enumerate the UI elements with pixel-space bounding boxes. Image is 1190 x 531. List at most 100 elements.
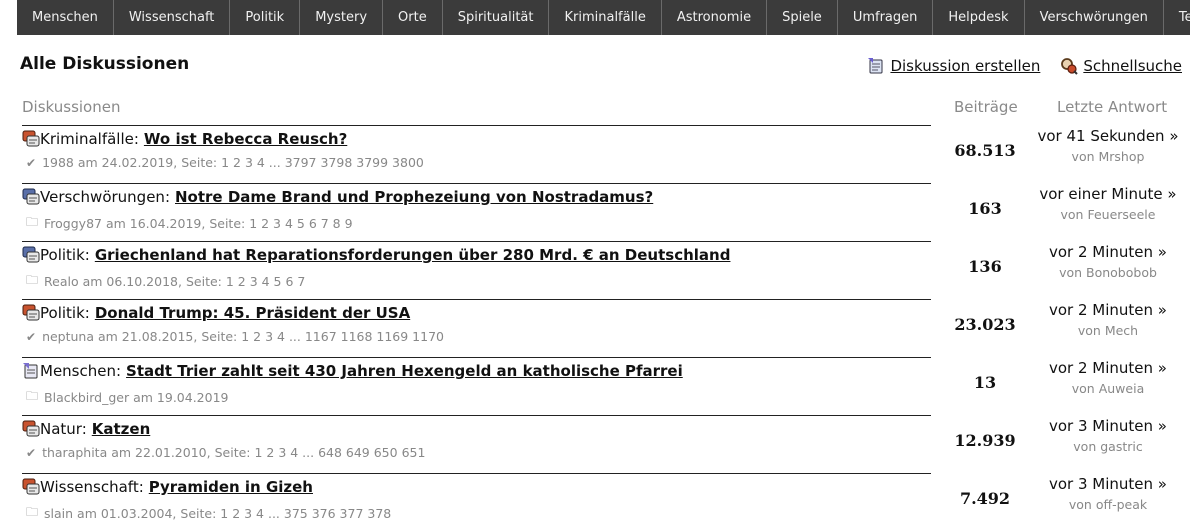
thread-date: am 21.08.2015,	[98, 329, 198, 344]
last-reply-link[interactable]: vor 3 Minuten »	[1032, 475, 1184, 493]
quick-search-link[interactable]: Schnellsuche	[1060, 57, 1182, 75]
thread-row: Menschen: Stadt Trier zahlt seit 430 Jah…	[22, 357, 1190, 415]
thread-category: Kriminalfälle:	[40, 130, 139, 148]
thread-title-link[interactable]: Donald Trump: 45. Präsident der USA	[95, 304, 410, 322]
thread-author[interactable]: Froggy87	[44, 216, 102, 231]
thread-author[interactable]: Blackbird_ger	[44, 390, 129, 405]
nav-item-spiritualitaet[interactable]: Spiritualität	[443, 0, 550, 35]
thread-title-link[interactable]: Stadt Trier zahlt seit 430 Jahren Hexeng…	[126, 362, 683, 380]
last-reply-author[interactable]: von Mrshop	[1032, 149, 1184, 164]
thread-row: Verschwörungen: Notre Dame Brand und Pro…	[22, 183, 1190, 241]
thread-row: Kriminalfälle: Wo ist Rebecca Reusch? ✔ …	[22, 125, 1190, 183]
folder-icon: 🗀	[26, 215, 39, 229]
last-reply-author[interactable]: von off-peak	[1032, 497, 1184, 512]
last-reply-link[interactable]: vor 41 Sekunden »	[1032, 127, 1184, 145]
thread-normal-icon	[22, 188, 40, 205]
new-discussion-icon	[868, 58, 883, 74]
quick-search-icon	[1061, 58, 1079, 75]
row-divider	[22, 473, 931, 474]
post-count: 23.023	[954, 315, 1016, 334]
thread-category: Wissenschaft:	[40, 478, 144, 496]
thread-author[interactable]: tharaphita	[42, 445, 107, 460]
thread-hot-icon	[22, 420, 40, 437]
thread-title-link[interactable]: Pyramiden in Gizeh	[149, 478, 313, 496]
create-discussion-label: Diskussion erstellen	[890, 57, 1041, 75]
nav-item-wissenschaft[interactable]: Wissenschaft	[114, 0, 231, 35]
last-reply-link[interactable]: vor 2 Minuten »	[1032, 301, 1184, 319]
create-discussion-link[interactable]: Diskussion erstellen	[867, 57, 1040, 75]
thread-category: Politik:	[40, 304, 90, 322]
post-count: 136	[968, 257, 1002, 276]
thread-date: am 22.01.2010,	[111, 445, 211, 460]
page-title: Alle Diskussionen	[20, 54, 190, 74]
row-divider	[22, 125, 931, 126]
post-count: 7.492	[959, 489, 1011, 508]
thread-pages[interactable]: Seite: 1 2 3 4 5 6 7	[186, 274, 305, 289]
check-icon: ✔	[26, 329, 37, 344]
thread-title-link[interactable]: Griechenland hat Reparationsforderungen …	[95, 246, 731, 264]
nav-item-politik[interactable]: Politik	[230, 0, 301, 35]
thread-hot-icon	[22, 304, 40, 321]
thread-title-link[interactable]: Wo ist Rebecca Reusch?	[144, 130, 347, 148]
thread-pages[interactable]: Seite: 1 2 3 4 5 6 7 8 9	[209, 216, 352, 231]
post-count: 163	[968, 199, 1002, 218]
nav-item-kriminalfaelle[interactable]: Kriminalfälle	[549, 0, 662, 35]
thread-author[interactable]: 1988	[42, 155, 74, 170]
nav-item-helpdesk[interactable]: Helpdesk	[933, 0, 1025, 35]
last-reply-author[interactable]: von Feuerseele	[1032, 207, 1184, 222]
thread-hot-icon	[22, 130, 40, 147]
check-icon: ✔	[26, 155, 37, 170]
thread-hot-icon	[22, 478, 40, 495]
header-last-reply: Letzte Antwort	[1057, 98, 1168, 116]
thread-author[interactable]: neptuna	[42, 329, 94, 344]
row-divider	[22, 241, 931, 242]
last-reply-link[interactable]: vor 2 Minuten »	[1032, 243, 1184, 261]
last-reply-author[interactable]: von gastric	[1032, 439, 1184, 454]
nav-item-mystery[interactable]: Mystery	[300, 0, 384, 35]
thread-row: Politik: Donald Trump: 45. Präsident der…	[22, 299, 1190, 357]
post-count: 68.513	[954, 141, 1016, 160]
post-count: 12.939	[954, 431, 1016, 450]
last-reply-link[interactable]: vor 2 Minuten »	[1032, 359, 1184, 377]
nav-item-technologie[interactable]: Technologie	[1164, 0, 1190, 35]
thread-date: am 06.10.2018,	[82, 274, 182, 289]
last-reply-link[interactable]: vor einer Minute »	[1032, 185, 1184, 203]
folder-icon: 🗀	[26, 273, 39, 287]
nav-item-spiele[interactable]: Spiele	[767, 0, 838, 35]
thread-date: am 16.04.2019,	[105, 216, 206, 231]
thread-pages[interactable]: Seite: 1 2 3 4 ... 1167 1168 1169 1170	[201, 329, 444, 344]
thread-row: Natur: Katzen ✔ tharaphita am 22.01.2010…	[22, 415, 1190, 473]
thread-pages[interactable]: Seite: 1 2 3 4 ... 648 649 650 651	[215, 445, 426, 460]
thread-new-icon	[23, 363, 38, 379]
nav-item-orte[interactable]: Orte	[383, 0, 443, 35]
folder-icon: 🗀	[26, 505, 39, 519]
thread-title-link[interactable]: Katzen	[92, 420, 151, 438]
thread-row: Politik: Griechenland hat Reparationsfor…	[22, 241, 1190, 299]
thread-pages[interactable]: Seite: 1 2 3 4 ... 375 376 377 378	[180, 506, 391, 521]
thread-date: am 01.03.2004,	[77, 506, 177, 521]
thread-date: am 24.02.2019,	[77, 155, 178, 170]
thread-category: Verschwörungen:	[40, 188, 170, 206]
nav-item-menschen[interactable]: Menschen	[17, 0, 114, 35]
header-discussions: Diskussionen	[22, 98, 121, 116]
thread-author[interactable]: slain	[44, 506, 73, 521]
quick-search-label: Schnellsuche	[1083, 57, 1182, 75]
page-actions: Diskussion erstellen Schnellsuche	[867, 57, 1182, 75]
header-posts: Beiträge	[954, 98, 1018, 116]
last-reply-author[interactable]: von Mech	[1032, 323, 1184, 338]
thread-pages[interactable]: Seite: 1 2 3 4 ... 3797 3798 3799 3800	[181, 155, 424, 170]
nav-item-umfragen[interactable]: Umfragen	[838, 0, 934, 35]
nav-item-verschwoerungen[interactable]: Verschwörungen	[1025, 0, 1164, 35]
row-divider	[22, 299, 931, 300]
top-nav: Menschen Wissenschaft Politik Mystery Or…	[17, 0, 1190, 35]
nav-item-astronomie[interactable]: Astronomie	[662, 0, 768, 35]
thread-author[interactable]: Realo	[44, 274, 79, 289]
last-reply-link[interactable]: vor 3 Minuten »	[1032, 417, 1184, 435]
last-reply-author[interactable]: von Bonobobob	[1032, 265, 1184, 280]
check-icon: ✔	[26, 445, 37, 460]
last-reply-author[interactable]: von Auweia	[1032, 381, 1184, 396]
row-divider	[22, 183, 931, 184]
thread-category: Politik:	[40, 246, 90, 264]
folder-icon: 🗀	[26, 389, 39, 403]
thread-title-link[interactable]: Notre Dame Brand und Prophezeiung von No…	[175, 188, 653, 206]
